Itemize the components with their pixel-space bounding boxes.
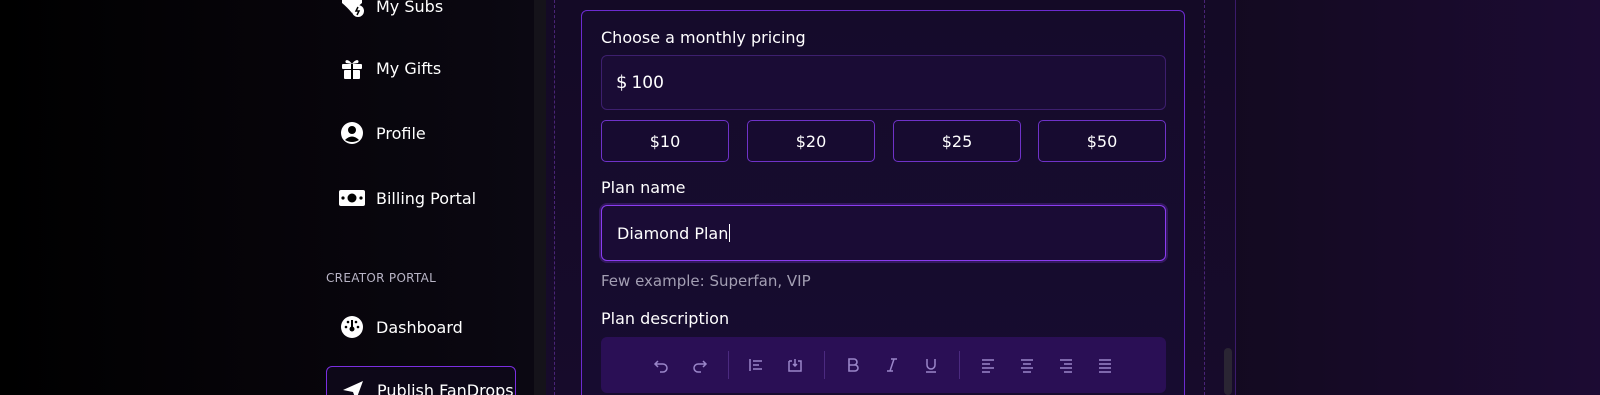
- layout-guide: [554, 0, 555, 395]
- toolbar-separator: [959, 351, 960, 379]
- blockquote-icon[interactable]: [746, 355, 766, 375]
- redo-icon[interactable]: [690, 355, 710, 375]
- sidebar-item-label: Publish FanDrops: [377, 380, 514, 395]
- toolbar-separator: [728, 351, 729, 379]
- plan-name-input[interactable]: Diamond Plan: [601, 205, 1166, 261]
- sidebar-item-dashboard[interactable]: Dashboard: [326, 307, 516, 347]
- plan-description-label: Plan description: [601, 309, 730, 328]
- money-icon: [338, 184, 366, 212]
- editor-toolbar: [601, 337, 1166, 393]
- pricing-label: Choose a monthly pricing: [601, 28, 806, 47]
- italic-icon[interactable]: [882, 355, 902, 375]
- underline-icon[interactable]: [921, 355, 941, 375]
- sidebar-item-label: Profile: [376, 123, 426, 143]
- sidebar-item-label: Dashboard: [376, 317, 463, 337]
- subscriptions-icon: [338, 0, 366, 20]
- sidebar-item-publish-fandrops[interactable]: Publish FanDrops: [326, 366, 516, 395]
- price-value: 100: [631, 72, 664, 93]
- price-input[interactable]: $ 100: [601, 55, 1166, 110]
- text-caret: [729, 224, 731, 242]
- align-left-icon[interactable]: [978, 355, 998, 375]
- plan-name-label: Plan name: [601, 178, 686, 197]
- sidebar-divider: [534, 0, 546, 395]
- preset-price-button[interactable]: $50: [1038, 120, 1166, 162]
- layout-guide: [1204, 0, 1205, 395]
- sidebar-item-label: Billing Portal: [376, 188, 477, 208]
- undo-icon[interactable]: [651, 355, 671, 375]
- sidebar-item-billing-portal[interactable]: Billing Portal: [326, 178, 516, 218]
- sidebar-item-my-gifts[interactable]: My Gifts: [326, 48, 516, 88]
- currency-symbol: $: [616, 72, 628, 93]
- align-right-icon[interactable]: [1056, 355, 1076, 375]
- preset-price-button[interactable]: $25: [893, 120, 1021, 162]
- plan-name-value: Diamond Plan: [617, 223, 729, 243]
- embed-icon[interactable]: [785, 355, 805, 375]
- preset-price-button[interactable]: $10: [601, 120, 729, 162]
- sidebar-item-my-subs[interactable]: My Subs: [326, 0, 516, 26]
- toolbar-separator: [824, 351, 825, 379]
- gift-icon: [338, 54, 366, 82]
- section-title-creator-portal: CREATOR PORTAL: [326, 271, 437, 285]
- align-center-icon[interactable]: [1017, 355, 1037, 375]
- send-icon: [339, 376, 367, 395]
- plan-name-helper: Few example: Superfan, VIP: [601, 272, 811, 290]
- user-icon: [338, 119, 366, 147]
- sidebar-item-profile[interactable]: Profile: [326, 113, 516, 153]
- bold-icon[interactable]: [843, 355, 863, 375]
- sidebar-item-label: My Gifts: [376, 58, 442, 78]
- preset-price-button[interactable]: $20: [747, 120, 875, 162]
- dashboard-icon: [338, 313, 366, 341]
- align-justify-icon[interactable]: [1095, 355, 1115, 375]
- sidebar-item-label: My Subs: [376, 0, 444, 16]
- scrollbar-thumb[interactable]: [1224, 348, 1232, 395]
